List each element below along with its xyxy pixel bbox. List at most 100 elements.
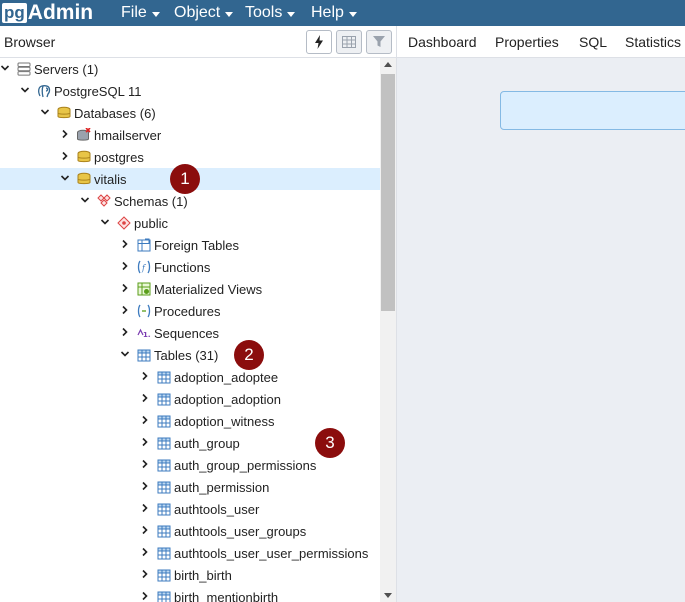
dashboard-info-box: [500, 91, 685, 130]
filter-icon: [373, 36, 385, 47]
table-icon: [157, 480, 171, 494]
chevron-right-icon[interactable]: [120, 305, 130, 315]
tree-item-label: Servers (1): [34, 62, 99, 77]
tree-item[interactable]: hmailserver: [0, 124, 380, 146]
pgadmin-logo[interactable]: pg Admin: [2, 0, 93, 26]
chevron-right-icon[interactable]: [140, 415, 150, 425]
chevron-right-icon[interactable]: [140, 459, 150, 469]
chevron-down-icon[interactable]: [80, 195, 90, 205]
tab-dashboard[interactable]: Dashboard: [408, 34, 477, 50]
chevron-right-icon[interactable]: [140, 547, 150, 557]
tree-item[interactable]: birth_mentionbirth: [0, 586, 380, 602]
chevron-down-icon[interactable]: [120, 349, 130, 359]
lightning-icon: [315, 35, 323, 49]
chevron-right-icon[interactable]: [60, 151, 70, 161]
tree-item[interactable]: authtools_user_groups: [0, 520, 380, 542]
chevron-down-icon: [225, 11, 234, 17]
tree-item-label: auth_permission: [174, 480, 270, 495]
table-icon: [157, 546, 171, 560]
menu-help[interactable]: Help: [311, 0, 357, 26]
tree-item[interactable]: auth_group_permissions: [0, 454, 380, 476]
tree-scrollbar[interactable]: [380, 58, 396, 602]
tree-item[interactable]: Foreign Tables: [0, 234, 380, 256]
tab-sql[interactable]: SQL: [579, 34, 607, 50]
tree-item-label: birth_mentionbirth: [174, 590, 279, 602]
top-navbar: pg Admin File Object Tools Help: [0, 0, 685, 26]
chevron-right-icon[interactable]: [120, 239, 130, 249]
chevron-right-icon[interactable]: [120, 327, 130, 337]
chevron-down-icon[interactable]: [20, 85, 30, 95]
tree-item[interactable]: Materialized Views: [0, 278, 380, 300]
tree-item-label: Materialized Views: [154, 282, 263, 297]
tree-item[interactable]: PostgreSQL 11: [0, 80, 380, 102]
table-grid-icon: [342, 36, 356, 48]
postgresql-elephant-icon: [37, 84, 51, 98]
tree-item[interactable]: auth_permission: [0, 476, 380, 498]
chevron-right-icon[interactable]: [140, 481, 150, 491]
chevron-right-icon[interactable]: [140, 371, 150, 381]
chevron-down-icon[interactable]: [0, 63, 10, 73]
chevron-right-icon[interactable]: [140, 503, 150, 513]
tree-item[interactable]: 1.3Sequences: [0, 322, 380, 344]
tree-item-label: public: [134, 216, 168, 231]
logo-pg: pg: [2, 3, 27, 23]
tree-item[interactable]: Procedures: [0, 300, 380, 322]
chevron-down-icon[interactable]: [100, 217, 110, 227]
materialized-views-icon: [137, 282, 151, 296]
databases-icon: [57, 106, 71, 120]
tree-item[interactable]: birth_birth: [0, 564, 380, 586]
scrollbar-thumb[interactable]: [381, 74, 395, 311]
tree-item-label: Functions: [154, 260, 211, 275]
scroll-down-arrow-icon[interactable]: [384, 593, 392, 598]
tree-item[interactable]: public: [0, 212, 380, 234]
annotation-badge: 2: [234, 340, 264, 370]
tree-item[interactable]: f Functions: [0, 256, 380, 278]
tree-item-label: postgres: [94, 150, 144, 165]
chevron-down-icon[interactable]: [60, 173, 70, 183]
menu-object[interactable]: Object: [174, 0, 234, 26]
tree-item-label: Tables (31): [154, 348, 219, 363]
menu-file[interactable]: File: [121, 0, 160, 26]
chevron-right-icon[interactable]: [120, 283, 130, 293]
chevron-right-icon[interactable]: [140, 591, 150, 601]
chevron-right-icon[interactable]: [120, 261, 130, 271]
tree-item-label: adoption_witness: [174, 414, 275, 429]
tree-item-label: auth_group_permissions: [174, 458, 317, 473]
tree-item-label: birth_birth: [174, 568, 232, 583]
view-data-button[interactable]: [336, 30, 362, 54]
tree-item[interactable]: adoption_adoptee: [0, 366, 380, 388]
filter-button[interactable]: [366, 30, 392, 54]
object-browser-tree: Servers (1) PostgreSQL 11 Databases (6) hma…: [0, 58, 380, 602]
query-tool-button[interactable]: [306, 30, 332, 54]
database-icon: [77, 172, 91, 186]
tree-item[interactable]: Tables (31): [0, 344, 380, 366]
menu-tools[interactable]: Tools: [245, 0, 296, 26]
tab-properties[interactable]: Properties: [495, 34, 559, 50]
chevron-right-icon[interactable]: [60, 129, 70, 139]
annotation-badge: 1: [170, 164, 200, 194]
tree-item[interactable]: Databases (6): [0, 102, 380, 124]
chevron-right-icon[interactable]: [140, 525, 150, 535]
tab-statistics[interactable]: Statistics: [625, 34, 681, 50]
chevron-down-icon: [348, 11, 357, 17]
tree-item-label: authtools_user_user_permissions: [174, 546, 369, 561]
chevron-down-icon: [151, 11, 160, 17]
chevron-right-icon[interactable]: [140, 393, 150, 403]
tree-item[interactable]: Servers (1): [0, 58, 380, 80]
tree-item-label: Databases (6): [74, 106, 156, 121]
table-icon: [157, 392, 171, 406]
tree-item-label: Sequences: [154, 326, 220, 341]
chevron-right-icon[interactable]: [140, 437, 150, 447]
tree-item[interactable]: authtools_user: [0, 498, 380, 520]
tree-item[interactable]: Schemas (1): [0, 190, 380, 212]
tree-item[interactable]: adoption_adoption: [0, 388, 380, 410]
annotation-badge: 3: [315, 428, 345, 458]
tree-item-label: authtools_user: [174, 502, 260, 517]
database-disconnected-icon: [77, 128, 91, 142]
schemas-icon: [97, 194, 111, 208]
tree-item[interactable]: authtools_user_user_permissions: [0, 542, 380, 564]
scroll-up-arrow-icon[interactable]: [384, 62, 392, 67]
chevron-right-icon[interactable]: [140, 569, 150, 579]
table-icon: [157, 502, 171, 516]
chevron-down-icon[interactable]: [40, 107, 50, 117]
